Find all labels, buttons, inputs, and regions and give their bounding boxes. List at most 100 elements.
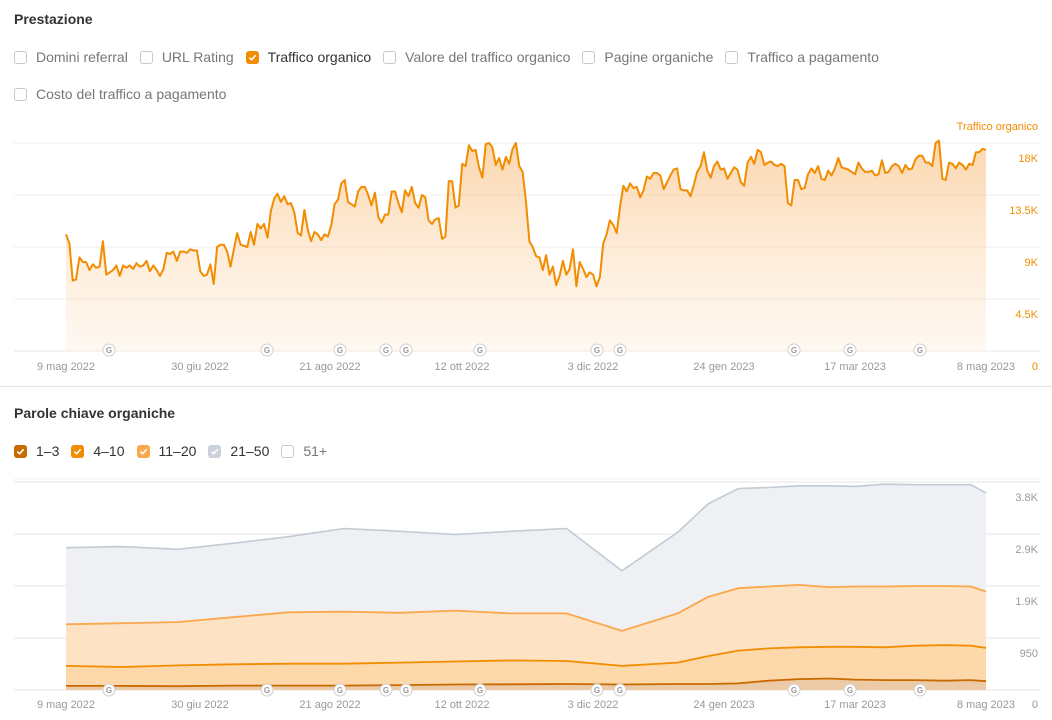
google-update-marker-letter: G bbox=[917, 346, 923, 355]
series-legend-label: Traffico organico bbox=[957, 121, 1038, 133]
google-update-marker-letter: G bbox=[337, 346, 343, 355]
google-update-marker-icon[interactable]: G bbox=[399, 343, 413, 357]
performance-metric-toggles-row2: Costo del traffico a pagamento bbox=[14, 86, 238, 102]
google-update-marker-icon[interactable]: G bbox=[260, 683, 274, 697]
x-tick-label: 8 mag 2023 bbox=[957, 699, 1015, 711]
keyword-position-toggles: 1–3 4–10 11–20 21–50 51+ bbox=[14, 443, 339, 459]
metric-label: Domini referral bbox=[36, 49, 128, 65]
google-update-marker-letter: G bbox=[847, 346, 853, 355]
position-label: 1–3 bbox=[36, 443, 60, 459]
y-tick-label: 2.9K bbox=[1015, 544, 1038, 556]
google-update-marker-letter: G bbox=[383, 686, 389, 695]
google-update-marker-letter: G bbox=[917, 686, 923, 695]
google-update-marker-letter: G bbox=[403, 346, 409, 355]
traffic-area-fill bbox=[66, 140, 986, 351]
metric-toggle-organic-pages[interactable]: Pagine organiche bbox=[582, 49, 713, 65]
position-label: 11–20 bbox=[158, 443, 197, 459]
google-update-marker-letter: G bbox=[617, 346, 623, 355]
google-update-marker-icon[interactable]: G bbox=[843, 683, 857, 697]
google-update-marker-letter: G bbox=[337, 686, 343, 695]
metric-toggle-paid-traffic[interactable]: Traffico a pagamento bbox=[725, 49, 879, 65]
performance-metric-toggles: Domini referral URL Rating Traffico orga… bbox=[14, 49, 891, 65]
google-update-marker-icon[interactable]: G bbox=[913, 343, 927, 357]
checkbox-checked-icon[interactable] bbox=[136, 444, 150, 458]
google-update-marker-letter: G bbox=[477, 686, 483, 695]
google-update-marker-icon[interactable]: G bbox=[333, 343, 347, 357]
y-tick-label: 4.5K bbox=[1015, 309, 1038, 321]
x-tick-label: 17 mar 2023 bbox=[824, 699, 886, 711]
position-toggle-11-20[interactable]: 11–20 bbox=[136, 443, 197, 459]
metric-label: Pagine organiche bbox=[604, 49, 714, 65]
google-update-marker-icon[interactable]: G bbox=[379, 683, 393, 697]
google-update-marker-icon[interactable]: G bbox=[379, 343, 393, 357]
google-update-marker-icon[interactable]: G bbox=[843, 343, 857, 357]
x-tick-label: 3 dic 2022 bbox=[568, 361, 619, 373]
google-update-marker-icon[interactable]: G bbox=[333, 683, 347, 697]
google-update-marker-icon[interactable]: G bbox=[473, 343, 487, 357]
y-tick-label: 13.5K bbox=[1009, 205, 1038, 217]
google-update-marker-icon[interactable]: G bbox=[787, 343, 801, 357]
google-update-marker-icon[interactable]: G bbox=[102, 343, 116, 357]
x-tick-label: 21 ago 2022 bbox=[299, 361, 360, 373]
google-update-marker-letter: G bbox=[403, 686, 409, 695]
google-update-marker-icon[interactable]: G bbox=[913, 683, 927, 697]
google-update-marker-icon[interactable]: G bbox=[473, 683, 487, 697]
x-tick-label: 30 giu 2022 bbox=[171, 699, 229, 711]
metric-toggle-url-rating[interactable]: URL Rating bbox=[139, 49, 234, 65]
metric-label: Costo del traffico a pagamento bbox=[36, 86, 227, 102]
position-label: 51+ bbox=[303, 443, 328, 459]
checkbox-icon[interactable] bbox=[582, 50, 596, 64]
checkbox-icon[interactable] bbox=[281, 444, 295, 458]
x-tick-label: 8 mag 2023 bbox=[957, 361, 1015, 373]
y-tick-label: 0 bbox=[1032, 361, 1038, 373]
google-update-marker-letter: G bbox=[106, 346, 112, 355]
google-update-marker-letter: G bbox=[383, 346, 389, 355]
checkbox-checked-icon[interactable] bbox=[14, 444, 27, 458]
google-update-marker-letter: G bbox=[594, 346, 600, 355]
y-tick-label: 3.8K bbox=[1015, 492, 1038, 504]
metric-label: URL Rating bbox=[161, 49, 234, 65]
google-update-marker-icon[interactable]: G bbox=[399, 683, 413, 697]
google-update-marker-icon[interactable]: G bbox=[590, 343, 604, 357]
x-tick-label: 24 gen 2023 bbox=[693, 699, 754, 711]
google-update-marker-letter: G bbox=[264, 346, 270, 355]
checkbox-checked-icon[interactable] bbox=[245, 50, 259, 64]
google-update-marker-letter: G bbox=[264, 686, 270, 695]
checkbox-checked-icon[interactable] bbox=[208, 444, 222, 458]
position-toggle-1-3[interactable]: 1–3 bbox=[14, 443, 59, 459]
checkbox-icon[interactable] bbox=[14, 87, 27, 101]
performance-title: Prestazione bbox=[14, 11, 93, 27]
y-tick-label: 9K bbox=[1025, 257, 1039, 269]
x-tick-label: 12 ott 2022 bbox=[434, 361, 489, 373]
google-update-marker-icon[interactable]: G bbox=[613, 683, 627, 697]
x-tick-label: 30 giu 2022 bbox=[171, 361, 229, 373]
organic-keywords-chart[interactable]: G G G G G G G G G G G 9 mag 2022 30 giu 2022 21 ago … bbox=[0, 470, 1052, 720]
checkbox-icon[interactable] bbox=[725, 50, 739, 64]
y-tick-label: 0 bbox=[1032, 699, 1038, 711]
google-update-marker-icon[interactable]: G bbox=[102, 683, 116, 697]
google-update-marker-icon[interactable]: G bbox=[260, 343, 274, 357]
google-update-marker-letter: G bbox=[477, 346, 483, 355]
y-tick-label: 18K bbox=[1018, 153, 1038, 165]
x-tick-label: 21 ago 2022 bbox=[299, 699, 360, 711]
google-update-marker-icon[interactable]: G bbox=[590, 683, 604, 697]
google-update-marker-icon[interactable]: G bbox=[613, 343, 627, 357]
metric-toggle-organic-traffic[interactable]: Traffico organico bbox=[245, 49, 371, 65]
google-update-marker-letter: G bbox=[791, 346, 797, 355]
organic-traffic-chart[interactable]: Traffico organico G G G G G G G G G G G 9 mag 2022… bbox=[0, 110, 1052, 380]
checkbox-icon[interactable] bbox=[139, 50, 153, 64]
checkbox-icon[interactable] bbox=[14, 50, 27, 64]
x-tick-label: 17 mar 2023 bbox=[824, 361, 886, 373]
google-update-marker-letter: G bbox=[791, 686, 797, 695]
checkbox-icon[interactable] bbox=[383, 50, 397, 64]
google-update-marker-letter: G bbox=[594, 686, 600, 695]
metric-toggle-referring-domains[interactable]: Domini referral bbox=[14, 49, 128, 65]
position-toggle-51-plus[interactable]: 51+ bbox=[281, 443, 327, 459]
position-toggle-4-10[interactable]: 4–10 bbox=[71, 443, 125, 459]
google-update-marker-icon[interactable]: G bbox=[787, 683, 801, 697]
section-divider bbox=[0, 386, 1052, 387]
metric-toggle-paid-traffic-cost[interactable]: Costo del traffico a pagamento bbox=[14, 86, 226, 102]
position-toggle-21-50[interactable]: 21–50 bbox=[208, 443, 269, 459]
checkbox-checked-icon[interactable] bbox=[71, 444, 85, 458]
metric-toggle-organic-traffic-value[interactable]: Valore del traffico organico bbox=[383, 49, 570, 65]
